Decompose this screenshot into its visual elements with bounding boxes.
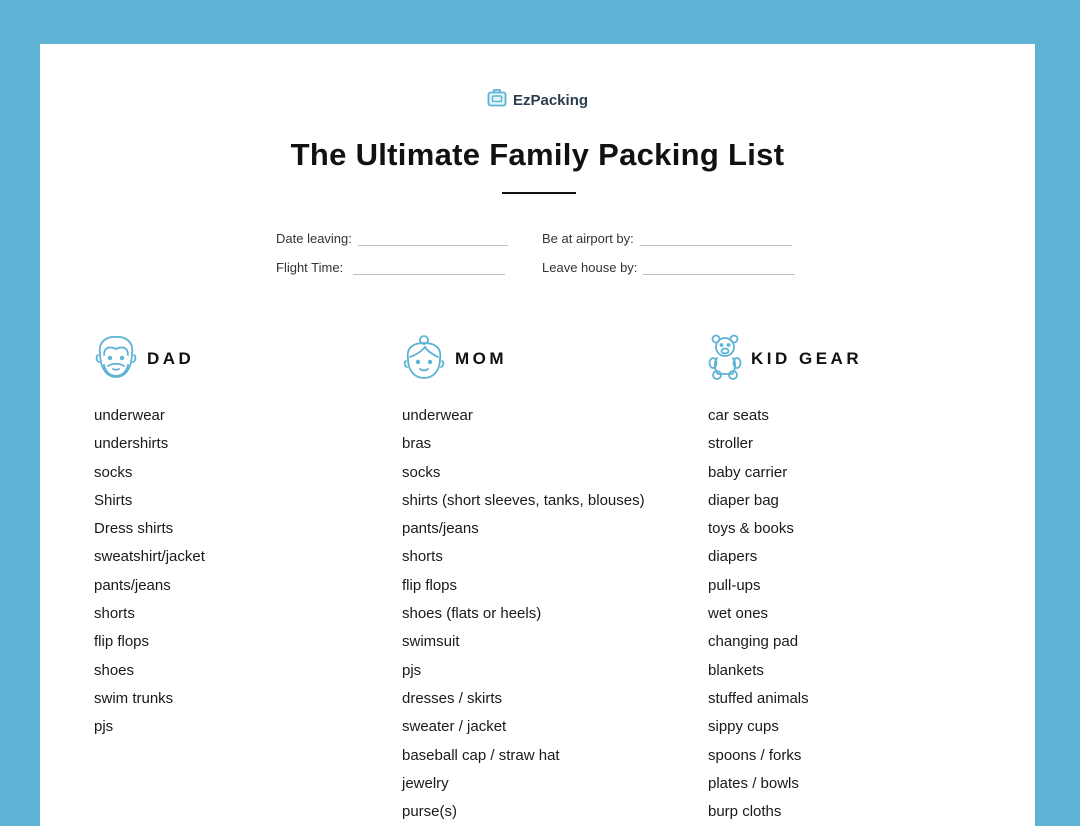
- list-item: bras: [402, 435, 432, 453]
- list-item: swimsuit: [402, 633, 460, 651]
- list-item: shorts: [94, 605, 135, 623]
- list-item: stuffed animals: [708, 689, 809, 707]
- packing-list-sheet: EzPacking The Ultimate Family Packing Li…: [40, 44, 1035, 826]
- leave-house-label: Leave house by:: [542, 260, 638, 275]
- list-item: socks: [402, 463, 441, 481]
- date-leaving-line[interactable]: [357, 231, 508, 246]
- brand: EzPacking: [40, 88, 1035, 112]
- list-item: shirts (short sleeves, tanks, blouses): [402, 491, 645, 509]
- list-item: sweater / jacket: [402, 718, 507, 736]
- list-item: jewelry: [402, 774, 449, 792]
- kid-gear-header: KID GEAR: [708, 334, 988, 384]
- list-item: pull-ups: [708, 576, 761, 594]
- flight-time-line[interactable]: [353, 260, 506, 275]
- title-underline: [502, 192, 576, 194]
- kid-gear-column: KID GEAR car seats stroller baby carrier…: [708, 334, 988, 826]
- list-item: pants/jeans: [94, 576, 171, 594]
- brand-name: EzPacking: [512, 91, 589, 109]
- list-item: flip flops: [402, 576, 458, 594]
- list-item: flip flops: [94, 633, 150, 651]
- flight-time-label: Flight Time:: [276, 260, 344, 275]
- list-item: car seats: [708, 407, 769, 424]
- list-item: plates / bowls: [708, 774, 799, 792]
- list-item: burp cloths: [708, 803, 782, 821]
- list-item: underwear: [94, 407, 165, 424]
- kid-gear-label: KID GEAR: [751, 349, 863, 368]
- leave-house-line[interactable]: [643, 260, 796, 275]
- leave-house-field: Leave house by:: [542, 260, 796, 275]
- dad-header: DAD: [94, 334, 374, 384]
- list-item: blankets: [708, 661, 764, 679]
- list-item: diaper bag: [708, 491, 779, 509]
- list-item: pjs: [402, 661, 422, 679]
- list-item: changing pad: [708, 633, 799, 651]
- be-at-airport-line[interactable]: [639, 231, 792, 246]
- list-item: toys & books: [708, 520, 794, 538]
- dad-column: DAD underwear undershirts socks Shirts D…: [94, 334, 374, 742]
- list-item: shoes: [94, 661, 135, 679]
- list-item: diapers: [708, 548, 758, 566]
- list-item: dresses / skirts: [402, 689, 503, 707]
- teddy-bear-icon: [708, 334, 742, 385]
- list-item: socks: [94, 463, 133, 481]
- date-leaving-field: Date leaving:: [276, 231, 508, 246]
- list-item: Dress shirts: [94, 520, 174, 538]
- mom-column: MOM underwear bras socks shirts (short s…: [402, 334, 692, 826]
- dad-items: underwear undershirts socks Shirts Dress…: [94, 402, 374, 742]
- dad-face-icon: [94, 333, 138, 386]
- list-item: wet ones: [708, 605, 769, 623]
- list-item: pjs: [94, 718, 114, 736]
- page-title: The Ultimate Family Packing List: [290, 137, 785, 172]
- list-item: Shirts: [94, 491, 133, 509]
- be-at-airport-field: Be at airport by:: [542, 231, 792, 246]
- mom-header: MOM: [402, 334, 692, 384]
- list-item: sippy cups: [708, 718, 779, 736]
- mom-face-icon: [402, 333, 446, 386]
- list-item: baby carrier: [708, 463, 788, 481]
- luggage-icon: [487, 88, 507, 112]
- kid-gear-items: car seats stroller baby carrier diaper b…: [708, 402, 988, 826]
- list-item: shorts: [402, 548, 443, 566]
- list-item: underwear: [402, 407, 473, 424]
- list-item: swim trunks: [94, 689, 174, 707]
- mom-label: MOM: [455, 349, 508, 368]
- mom-items: underwear bras socks shirts (short sleev…: [402, 402, 692, 826]
- be-at-airport-label: Be at airport by:: [542, 231, 634, 246]
- list-item: spoons / forks: [708, 746, 802, 764]
- list-item: shoes (flats or heels): [402, 605, 542, 623]
- list-item: baseball cap / straw hat: [402, 746, 560, 764]
- list-item: sweatshirt/jacket: [94, 548, 205, 566]
- flight-time-field: Flight Time:: [276, 260, 506, 275]
- list-item: pants/jeans: [402, 520, 479, 538]
- list-item: undershirts: [94, 435, 169, 453]
- date-leaving-label: Date leaving:: [276, 231, 352, 246]
- list-item: stroller: [708, 435, 754, 453]
- dad-label: DAD: [147, 349, 195, 368]
- list-item: purse(s): [402, 803, 458, 821]
